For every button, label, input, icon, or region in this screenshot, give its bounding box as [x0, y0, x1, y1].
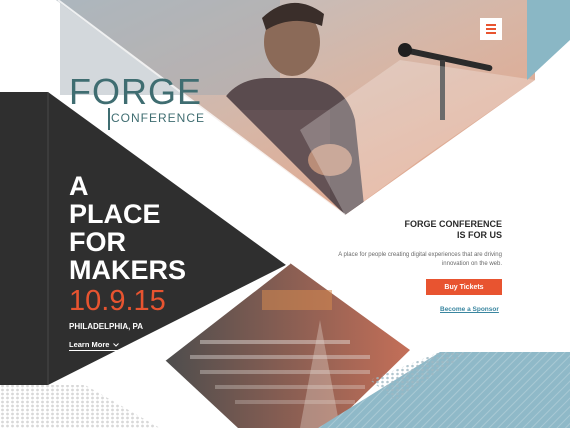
hero-title: A PLACE FOR MAKERS [69, 172, 229, 284]
chevron-down-icon [113, 342, 120, 347]
learn-more-label: Learn More [69, 340, 110, 349]
menu-button[interactable] [480, 18, 502, 40]
hamburger-icon [486, 24, 496, 34]
dotted-band [0, 385, 160, 428]
event-location: PHILADELPHIA, PA [69, 322, 144, 331]
logo-wordmark: FORGE [69, 71, 203, 112]
page: FORGE CONFERENCE A PLACE FOR MAKERS 10.9… [0, 0, 570, 428]
logo[interactable]: FORGE CONFERENCE [69, 71, 206, 130]
logo-subtitle: CONFERENCE [111, 111, 206, 125]
hero-title-line: A [69, 171, 89, 201]
logo-accent-bar [108, 108, 110, 130]
hero-title-line: PLACE [69, 199, 161, 229]
about-heading: FORGE CONFERENCE IS FOR US [390, 219, 502, 241]
learn-more-link[interactable]: Learn More [69, 340, 120, 351]
blue-stripe-top [527, 0, 570, 80]
hero-title-line: MAKERS [69, 255, 187, 285]
about-description: A place for people creating digital expe… [338, 252, 502, 267]
buy-tickets-button[interactable]: Buy Tickets [426, 279, 502, 295]
hero-title-line: FOR [69, 227, 126, 257]
about-heading-line: FORGE CONFERENCE [404, 219, 502, 229]
event-date: 10.9.15 [69, 285, 166, 317]
become-sponsor-link[interactable]: Become a Sponsor [440, 306, 499, 313]
about-heading-line: IS FOR US [456, 230, 502, 240]
